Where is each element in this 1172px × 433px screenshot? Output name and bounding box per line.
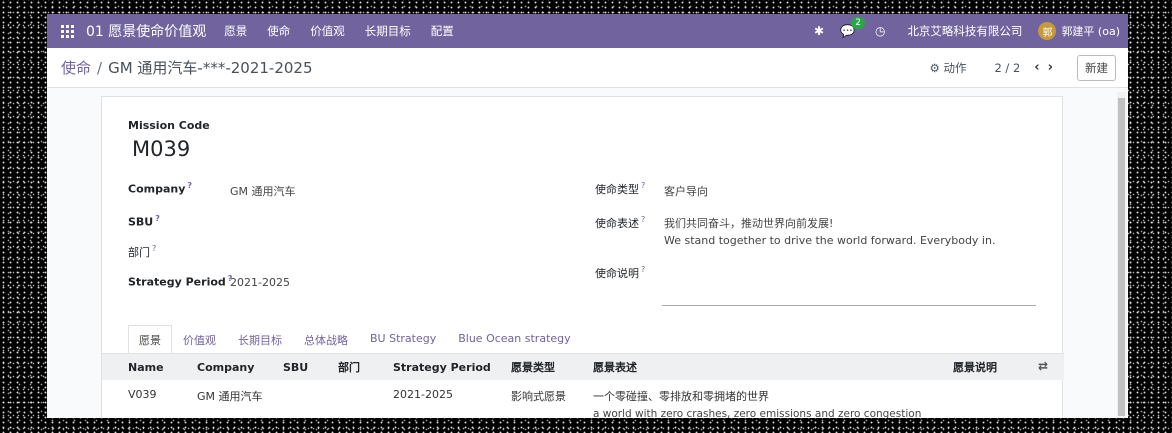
pager-next-icon[interactable]: ›: [1048, 60, 1053, 75]
chat-icon[interactable]: 💬 2: [840, 17, 865, 38]
new-button[interactable]: 新建: [1077, 54, 1116, 81]
column-settings-icon[interactable]: ⇄: [1038, 359, 1048, 373]
tab-blue-ocean-strategy[interactable]: Blue Ocean strategy: [447, 325, 581, 354]
breadcrumb-separator: /: [97, 58, 103, 77]
column-header-sbu[interactable]: SBU: [283, 361, 308, 374]
table-header: Name Company SBU 部门 Strategy Period 愿景类型…: [102, 353, 1064, 380]
pager-value[interactable]: 2 / 2: [994, 61, 1020, 75]
sbu-label: SBU?: [128, 214, 160, 229]
mission-type-field[interactable]: 客户导向: [664, 183, 708, 199]
navbar-systray: ✱ 💬 2 ◷ 北京艾略科技有限公司 郭 郭建平 (oa): [798, 17, 1120, 40]
column-header-company[interactable]: Company: [197, 361, 254, 374]
mission-statement-field[interactable]: 我们共同奋斗，推动世界向前发展! We stand together to dr…: [664, 215, 995, 249]
vision-table: Name Company SBU 部门 Strategy Period 愿景类型…: [102, 353, 1064, 418]
mission-code-label: Mission Code: [128, 119, 210, 132]
notebook-tabs: 愿景 价值观 长期目标 总体战略 BU Strategy Blue Ocean …: [128, 325, 582, 354]
mission-explain-label: 使命说明?: [595, 265, 646, 280]
bug-icon[interactable]: ✱: [814, 24, 824, 38]
column-header-vision-statement[interactable]: 愿景表述: [593, 359, 637, 375]
menu-item-vision[interactable]: 愿景: [224, 23, 247, 39]
top-navbar: 01 愿景使命价值观 愿景 使命 价值观 长期目标 配置 ✱ 💬 2 ◷ 北京艾略…: [47, 14, 1128, 48]
app-window: 01 愿景使命价值观 愿景 使命 价值观 长期目标 配置 ✱ 💬 2 ◷ 北京艾略…: [47, 14, 1128, 418]
cell-vision-statement: 一个零碰撞、零排放和零拥堵的世界 a world with zero crash…: [593, 390, 922, 418]
tab-long-term-goals[interactable]: 长期目标: [227, 325, 293, 354]
avatar[interactable]: 郭: [1038, 22, 1057, 40]
control-panel: 使命 / GM 通用汽车-***-2021-2025 ⚙ 动作 2 / 2 ‹ …: [47, 48, 1128, 88]
pager-previous-icon[interactable]: ‹: [1034, 60, 1039, 75]
strategy-period-field[interactable]: 2021-2025: [230, 276, 290, 289]
company-switcher[interactable]: 北京艾略科技有限公司: [907, 23, 1022, 39]
column-header-vision-type[interactable]: 愿景类型: [511, 359, 555, 375]
cell-vision-type: 影响式愿景: [511, 390, 566, 403]
action-button[interactable]: ⚙ 动作: [929, 60, 966, 76]
clock-icon[interactable]: ◷: [875, 24, 885, 38]
column-header-vision-explain[interactable]: 愿景说明: [953, 359, 997, 375]
breadcrumb-current: GM 通用汽车-***-2021-2025: [108, 59, 313, 77]
tab-values[interactable]: 价值观: [172, 325, 227, 354]
menu-item-long-term-goals[interactable]: 长期目标: [365, 23, 411, 39]
tab-overall-strategy[interactable]: 总体战略: [293, 325, 359, 354]
scrollbar-thumb[interactable]: [1118, 98, 1125, 416]
apps-grid-icon[interactable]: [61, 24, 74, 38]
column-header-name[interactable]: Name: [128, 361, 164, 374]
cell-strategy-period: 2021-2025: [393, 388, 453, 401]
user-menu[interactable]: 郭建平 (oa): [1061, 23, 1120, 39]
tab-vision[interactable]: 愿景: [128, 325, 172, 354]
form-sheet: Mission Code M039 Company? GM 通用汽车 SBU? …: [101, 96, 1064, 418]
cell-name: V039: [128, 388, 157, 401]
menu-item-values[interactable]: 价值观: [310, 23, 345, 39]
chat-badge: 2: [851, 17, 865, 29]
dept-label: 部门?: [128, 244, 157, 259]
mission-code-value[interactable]: M039: [132, 137, 190, 161]
vertical-scrollbar[interactable]: [1117, 92, 1126, 418]
column-header-dept[interactable]: 部门: [338, 359, 360, 375]
company-label: Company?: [128, 181, 193, 196]
company-field[interactable]: GM 通用汽车: [230, 183, 296, 199]
app-brand[interactable]: 01 愿景使命价值观: [86, 21, 206, 41]
menu-item-config[interactable]: 配置: [431, 23, 454, 39]
column-header-strategy-period[interactable]: Strategy Period: [393, 361, 491, 374]
mission-type-label: 使命类型?: [595, 181, 646, 196]
menu-item-mission[interactable]: 使命: [267, 23, 290, 39]
mission-statement-label: 使命表述?: [595, 215, 646, 230]
mission-explain-field[interactable]: [662, 305, 1036, 306]
cell-company: GM 通用汽车: [197, 390, 263, 403]
form-view: Mission Code M039 Company? GM 通用汽车 SBU? …: [47, 88, 1128, 418]
strategy-period-label: Strategy Period?: [128, 274, 233, 289]
breadcrumb-parent[interactable]: 使命: [61, 57, 91, 78]
gear-icon: ⚙: [929, 60, 940, 75]
table-row[interactable]: V039 GM 通用汽车 2021-2025 影响式愿景 一个零碰撞、零排放和零…: [102, 380, 1064, 418]
tab-bu-strategy[interactable]: BU Strategy: [359, 325, 447, 354]
